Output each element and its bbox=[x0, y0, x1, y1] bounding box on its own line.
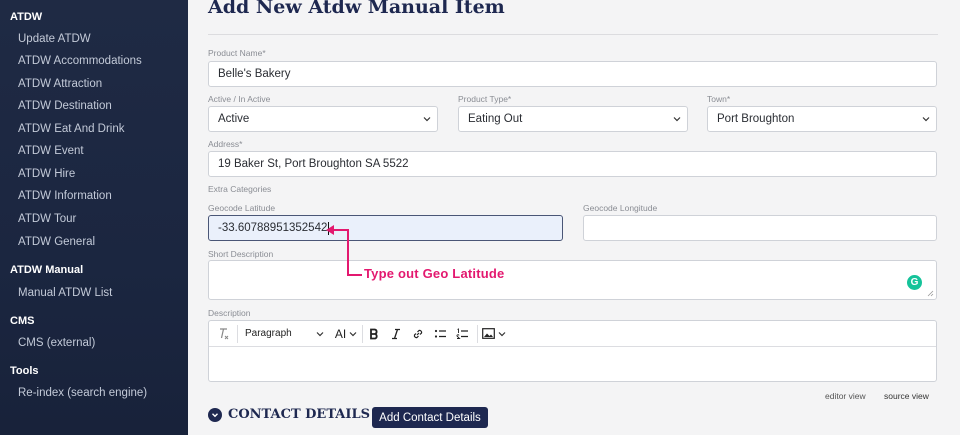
extra-categories-label: Extra Categories bbox=[208, 184, 272, 194]
sidebar-heading-atdw: ATDW bbox=[10, 11, 43, 23]
insert-image-button[interactable] bbox=[478, 321, 510, 347]
paragraph-label: Paragraph bbox=[245, 328, 292, 339]
numbered-list-icon bbox=[456, 327, 468, 339]
geo-longitude-label: Geocode Longitude bbox=[583, 203, 658, 213]
sidebar-heading-atdw-manual: ATDW Manual bbox=[10, 264, 84, 276]
sidebar-item-atdw-attraction[interactable]: ATDW Attraction bbox=[18, 78, 102, 90]
annotation-arrow-icon bbox=[326, 225, 362, 276]
source-view-link[interactable]: source view bbox=[884, 391, 929, 401]
sidebar-item-manual-atdw-list[interactable]: Manual ATDW List bbox=[18, 287, 112, 299]
product-name-value: Belle's Bakery bbox=[218, 68, 291, 80]
address-value: 19 Baker St, Port Broughton SA 5522 bbox=[218, 158, 409, 170]
geo-latitude-value: -33.60788951352542 bbox=[218, 222, 328, 234]
short-description-textarea[interactable]: G bbox=[208, 260, 937, 300]
short-description-label: Short Description bbox=[208, 249, 274, 259]
chevron-down-circle-icon bbox=[208, 407, 222, 422]
ai-label: AI bbox=[334, 326, 347, 341]
chevron-down-icon bbox=[922, 117, 930, 122]
sidebar-item-atdw-accommodations[interactable]: ATDW Accommodations bbox=[18, 55, 142, 67]
town-select[interactable]: Port Broughton bbox=[707, 106, 937, 132]
bullet-list-icon bbox=[434, 329, 446, 338]
editor-view-link[interactable]: editor view bbox=[825, 391, 866, 401]
sidebar-item-cms-external[interactable]: CMS (external) bbox=[18, 337, 95, 349]
paragraph-select[interactable]: Paragraph bbox=[238, 321, 330, 347]
product-type-label: Product Type* bbox=[458, 94, 512, 104]
sidebar-item-atdw-destination[interactable]: ATDW Destination bbox=[18, 100, 112, 112]
sidebar-item-atdw-tour[interactable]: ATDW Tour bbox=[18, 213, 76, 225]
description-editor[interactable]: Paragraph AI bbox=[208, 320, 937, 382]
description-label: Description bbox=[208, 308, 251, 318]
ai-button[interactable]: AI bbox=[330, 321, 362, 347]
product-name-input[interactable]: Belle's Bakery bbox=[208, 61, 937, 87]
bold-icon bbox=[370, 328, 378, 339]
sidebar-item-atdw-eat-and-drink[interactable]: ATDW Eat And Drink bbox=[18, 123, 125, 135]
town-value: Port Broughton bbox=[717, 113, 795, 125]
sidebar: ATDW Update ATDW ATDW Accommodations ATD… bbox=[0, 0, 188, 435]
product-type-value: Eating Out bbox=[468, 113, 523, 125]
link-button[interactable] bbox=[407, 321, 429, 347]
chevron-down-icon bbox=[349, 331, 357, 336]
annotation-label: Type out Geo Latitude bbox=[364, 266, 505, 281]
product-type-select[interactable]: Eating Out bbox=[458, 106, 688, 132]
sidebar-item-atdw-general[interactable]: ATDW General bbox=[18, 236, 95, 248]
bold-button[interactable] bbox=[363, 321, 385, 347]
sidebar-heading-tools: Tools bbox=[10, 365, 39, 377]
bullet-list-button[interactable] bbox=[429, 321, 451, 347]
sidebar-item-reindex[interactable]: Re-index (search engine) bbox=[18, 387, 147, 399]
chevron-down-icon bbox=[423, 117, 431, 122]
clear-format-icon bbox=[219, 328, 228, 340]
sidebar-item-update-atdw[interactable]: Update ATDW bbox=[18, 33, 91, 45]
sidebar-item-atdw-event[interactable]: ATDW Event bbox=[18, 145, 84, 157]
editor-toolbar: Paragraph AI bbox=[209, 321, 936, 347]
town-label: Town* bbox=[707, 94, 731, 104]
clear-format-button[interactable] bbox=[209, 321, 237, 347]
numbered-list-button[interactable] bbox=[451, 321, 473, 347]
add-contact-details-button[interactable]: Add Contact Details bbox=[372, 407, 488, 428]
contact-details-title: CONTACT DETAILS bbox=[228, 407, 370, 422]
italic-button[interactable] bbox=[385, 321, 407, 347]
address-input[interactable]: 19 Baker St, Port Broughton SA 5522 bbox=[208, 151, 937, 177]
main-content: Add New Atdw Manual Item Product Name* B… bbox=[188, 0, 960, 435]
sidebar-item-atdw-hire[interactable]: ATDW Hire bbox=[18, 168, 75, 180]
chevron-down-icon bbox=[498, 331, 506, 336]
product-name-label: Product Name* bbox=[208, 48, 266, 58]
active-label: Active / In Active bbox=[208, 94, 271, 104]
address-label: Address* bbox=[208, 139, 243, 149]
sidebar-item-atdw-information[interactable]: ATDW Information bbox=[18, 190, 112, 202]
page-title: Add New Atdw Manual Item bbox=[208, 0, 505, 18]
sidebar-heading-cms: CMS bbox=[10, 315, 35, 327]
geo-longitude-input[interactable] bbox=[583, 215, 937, 241]
active-value: Active bbox=[218, 113, 250, 125]
chevron-down-icon bbox=[316, 331, 324, 336]
active-select[interactable]: Active bbox=[208, 106, 438, 132]
geo-latitude-label: Geocode Latitude bbox=[208, 203, 276, 213]
grammarly-icon[interactable]: G bbox=[907, 275, 922, 290]
italic-icon bbox=[392, 328, 400, 339]
chevron-down-icon bbox=[673, 117, 681, 122]
contact-details-header[interactable]: CONTACT DETAILS bbox=[208, 407, 370, 422]
title-divider bbox=[208, 34, 938, 35]
geo-latitude-input[interactable]: -33.60788951352542 bbox=[208, 215, 563, 241]
link-icon bbox=[413, 329, 423, 338]
image-icon bbox=[482, 328, 495, 339]
resize-handle-icon[interactable] bbox=[927, 290, 934, 297]
